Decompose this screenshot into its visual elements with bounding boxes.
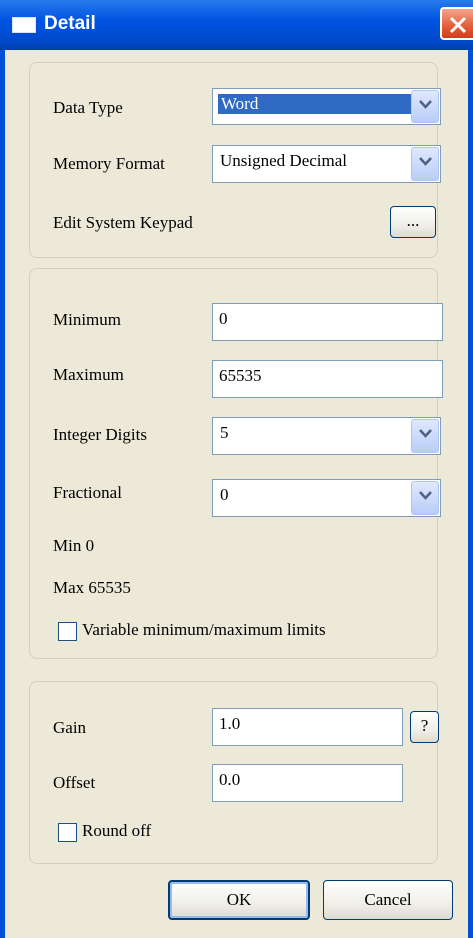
memory-format-value: Unsigned Decimal bbox=[220, 151, 347, 170]
window-title: Detail bbox=[44, 13, 96, 34]
chevron-down-icon bbox=[419, 491, 432, 500]
minimum-input[interactable]: 0 bbox=[212, 303, 443, 341]
window-frame-left bbox=[0, 50, 5, 938]
min-readout: Min 0 bbox=[53, 536, 95, 555]
data-type-dropdown-button[interactable] bbox=[411, 90, 439, 123]
chevron-down-icon bbox=[419, 100, 432, 109]
maximum-label: Maximum bbox=[53, 365, 124, 384]
maximum-input[interactable]: 65535 bbox=[212, 360, 443, 398]
gain-input[interactable]: 1.0 bbox=[212, 708, 403, 746]
chevron-down-icon bbox=[419, 429, 432, 438]
data-type-label: Data Type bbox=[53, 98, 123, 117]
fractional-select[interactable]: 0 bbox=[212, 479, 441, 517]
offset-input[interactable]: 0.0 bbox=[212, 764, 403, 802]
cancel-button[interactable]: Cancel bbox=[323, 880, 453, 920]
chevron-down-icon bbox=[419, 157, 432, 166]
gain-help-button[interactable]: ? bbox=[410, 711, 439, 743]
window-frame-right bbox=[468, 50, 473, 938]
variable-limits-checkbox[interactable] bbox=[58, 622, 77, 641]
fractional-label: Fractional bbox=[53, 483, 122, 502]
memory-format-label: Memory Format bbox=[53, 154, 165, 173]
window-icon bbox=[12, 17, 36, 33]
gain-label: Gain bbox=[53, 718, 87, 737]
integer-digits-dropdown-button[interactable] bbox=[411, 419, 439, 453]
integer-digits-label: Integer Digits bbox=[53, 425, 147, 444]
memory-format-dropdown-button[interactable] bbox=[411, 147, 439, 181]
integer-digits-select[interactable]: 5 bbox=[212, 417, 441, 455]
close-button[interactable] bbox=[440, 7, 473, 40]
minimum-label: Minimum bbox=[53, 310, 122, 329]
round-off-label[interactable]: Round off bbox=[82, 821, 151, 841]
keypad-label: Edit System Keypad bbox=[53, 213, 193, 232]
close-icon bbox=[449, 16, 467, 34]
data-type-value: Word bbox=[218, 94, 412, 114]
data-type-select[interactable]: Word bbox=[212, 88, 441, 125]
fractional-value: 0 bbox=[220, 485, 229, 504]
round-off-checkbox[interactable] bbox=[58, 823, 77, 842]
offset-label: Offset bbox=[53, 773, 96, 792]
memory-format-select[interactable]: Unsigned Decimal bbox=[212, 145, 441, 183]
max-readout: Max 65535 bbox=[53, 578, 131, 597]
integer-digits-value: 5 bbox=[220, 423, 229, 442]
edit-keypad-button[interactable]: ... bbox=[390, 206, 436, 238]
ok-button[interactable]: OK bbox=[168, 880, 310, 920]
fractional-dropdown-button[interactable] bbox=[411, 481, 439, 515]
variable-limits-label[interactable]: Variable minimum/maximum limits bbox=[82, 620, 326, 640]
